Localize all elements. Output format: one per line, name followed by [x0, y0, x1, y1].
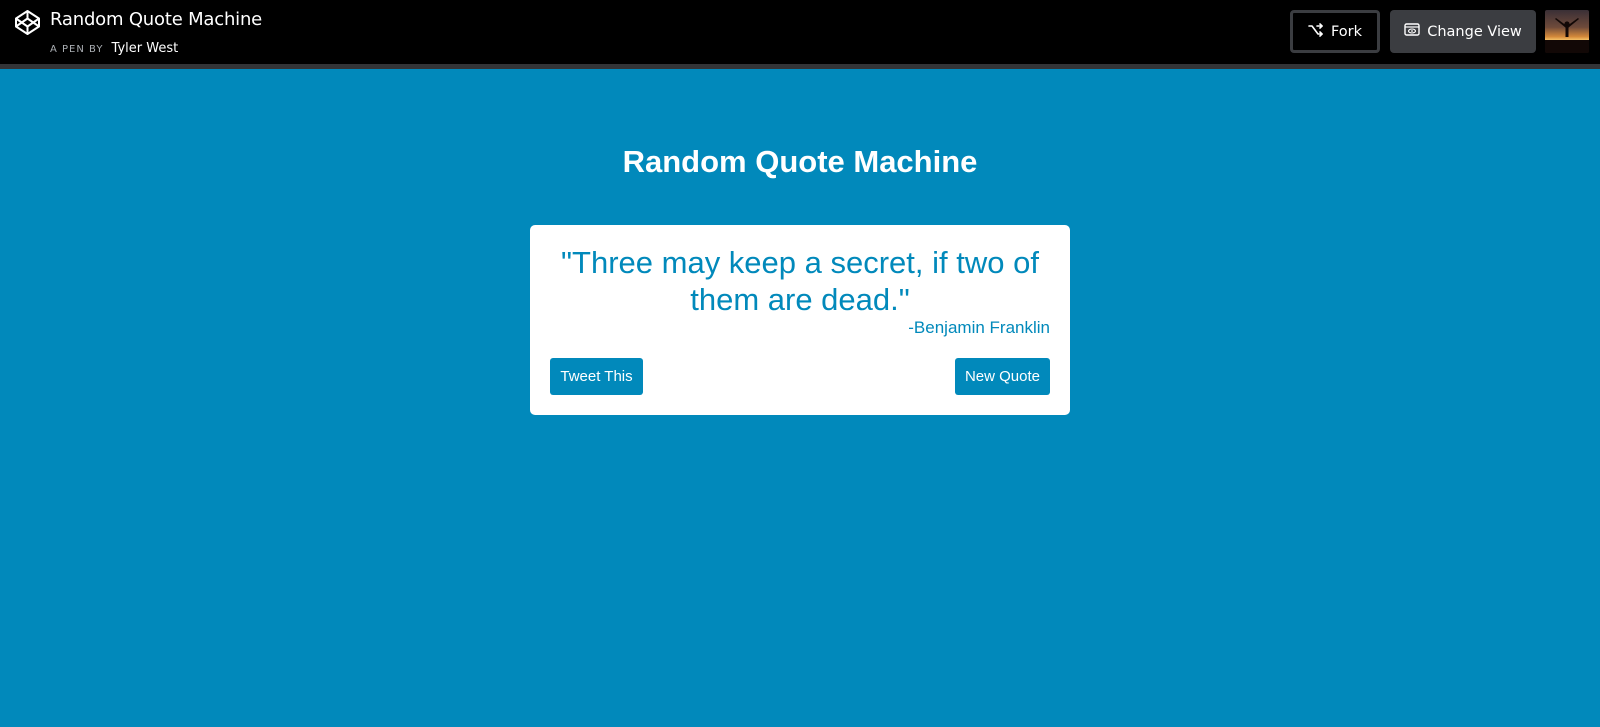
tweet-button[interactable]: Tweet This [550, 358, 643, 395]
fork-label: Fork [1330, 23, 1363, 40]
pen-author-link[interactable]: Tyler West [112, 41, 179, 56]
fork-button[interactable]: Fork [1290, 10, 1380, 53]
pen-title[interactable]: Random Quote Machine [50, 9, 262, 30]
new-quote-button[interactable]: New Quote [955, 358, 1050, 395]
quote-card: "Three may keep a secret, if two of them… [530, 225, 1070, 415]
page-title: Random Quote Machine [622, 144, 978, 179]
pen-by-label: A PEN BY [50, 44, 104, 55]
quote-author: -Benjamin Franklin [908, 318, 1050, 337]
pen-byline: A PEN BY Tyler West [50, 37, 178, 56]
change-view-button[interactable]: Change View [1390, 10, 1536, 53]
codepen-header: Random Quote Machine A PEN BY Tyler West… [0, 0, 1600, 69]
change-view-label: Change View [1427, 23, 1522, 40]
user-avatar[interactable] [1545, 10, 1589, 53]
codepen-logo-icon[interactable] [14, 9, 41, 36]
eye-window-icon [1404, 23, 1420, 40]
fork-icon [1308, 22, 1324, 41]
quote-text: "Three may keep a secret, if two of them… [561, 245, 1039, 317]
